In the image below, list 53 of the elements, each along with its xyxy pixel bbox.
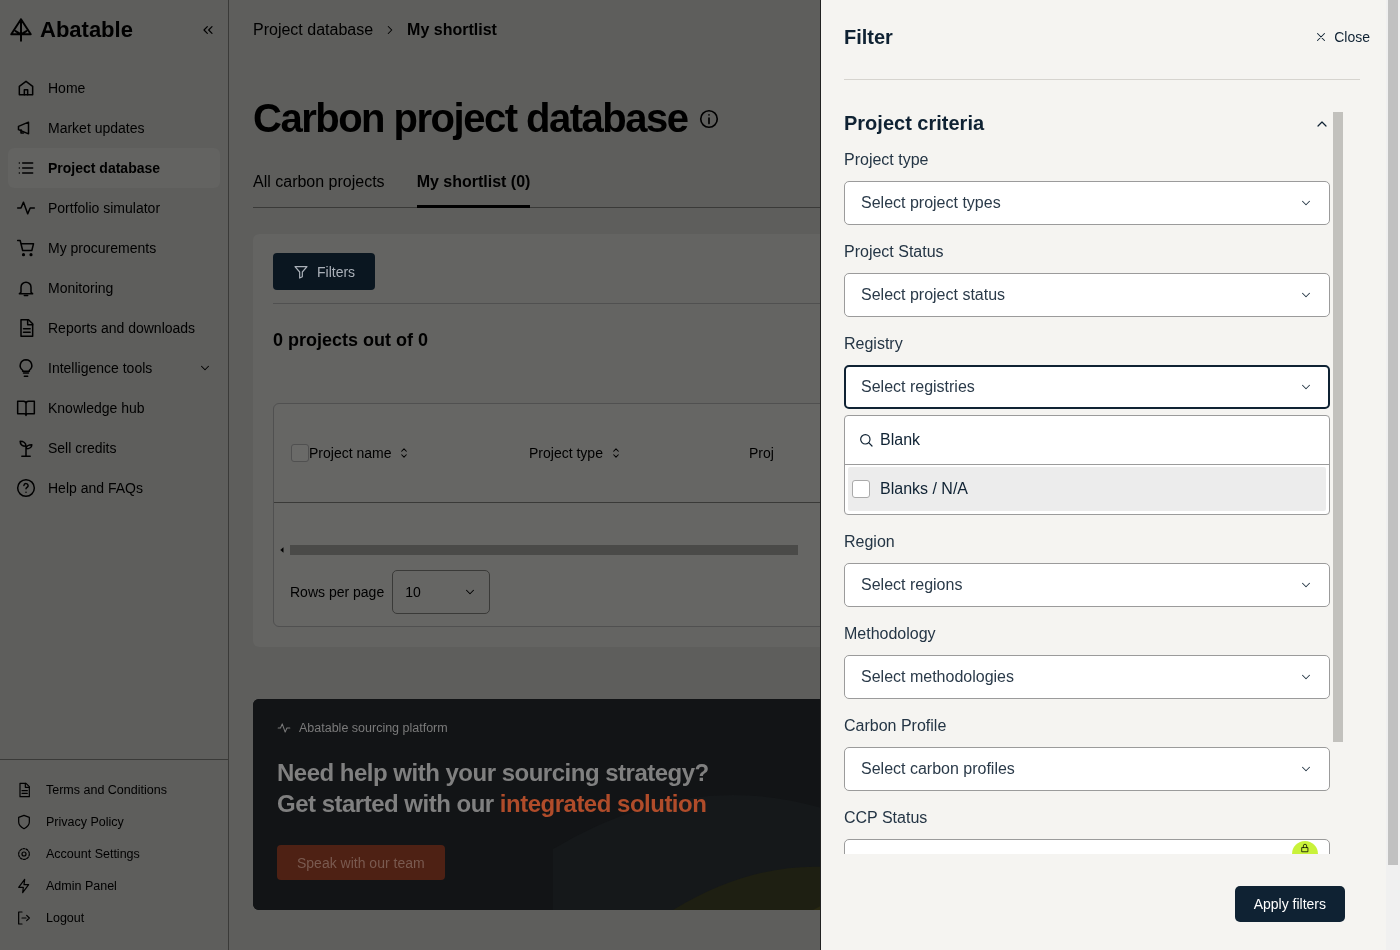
apply-filters-button[interactable]: Apply filters — [1234, 886, 1346, 922]
option-label: Blanks / N/A — [880, 480, 969, 498]
select-field[interactable]: Select registries — [844, 365, 1330, 409]
dropdown-option[interactable]: Blanks / N/A — [848, 467, 1326, 511]
nav-item[interactable]: My procurements — [8, 228, 220, 268]
nav-item[interactable]: Portfolio simulator — [8, 188, 220, 228]
nav-item[interactable]: Monitoring — [8, 268, 220, 308]
column-header[interactable]: Project type — [529, 445, 603, 461]
promo-subline: Get started with our integrated solution — [277, 789, 707, 819]
tab[interactable]: My shortlist (0) — [416, 167, 531, 208]
footer-link[interactable]: Privacy Policy — [16, 806, 228, 838]
nav-item[interactable]: Market updates — [8, 108, 220, 148]
breadcrumb-link[interactable]: Project database — [253, 21, 374, 39]
rows-per-page-select[interactable]: 10 — [392, 570, 491, 614]
logo-text: Abatable — [40, 17, 133, 43]
search-input[interactable]: Blank — [880, 431, 1260, 449]
eyebrow-text: Abatable sourcing platform — [299, 721, 448, 735]
close-button[interactable]: Close — [1308, 28, 1377, 46]
section-header[interactable]: Project criteria — [844, 112, 1330, 135]
field-label: Registry — [844, 335, 904, 353]
nav-item[interactable]: Project database — [8, 148, 220, 188]
column-header[interactable]: Proj — [749, 445, 774, 461]
nav-item[interactable]: Reports and downloads — [8, 308, 220, 348]
nav-item[interactable]: Knowledge hub — [8, 388, 220, 428]
footer-link[interactable]: Terms and Conditions — [16, 774, 228, 806]
nav-item[interactable]: Intelligence tools — [8, 348, 220, 388]
column-header[interactable]: Project name — [309, 445, 392, 461]
nav-item[interactable]: Sell credits — [8, 428, 220, 468]
field-label: CCP Status — [844, 809, 929, 827]
promo-headline: Need help with your sourcing strategy? — [277, 758, 709, 788]
field-label: Methodology — [844, 625, 937, 643]
footer-link[interactable]: Account Settings — [16, 838, 228, 870]
nav-item[interactable]: Home — [8, 68, 220, 108]
page-title: Carbon project database — [253, 96, 688, 141]
field-label: Region — [844, 533, 896, 551]
tab[interactable]: All carbon projects — [253, 167, 385, 208]
select-field[interactable]: Select regions — [844, 563, 1330, 607]
breadcrumb-link[interactable]: My shortlist — [407, 21, 497, 39]
rows-per-page-label: Rows per page — [290, 584, 385, 600]
nav-item[interactable]: Help and FAQs — [8, 468, 220, 508]
select-field[interactable]: Select methodologies — [844, 655, 1330, 699]
speak-with-team-button[interactable]: Speak with our team — [277, 845, 445, 880]
filters-button[interactable]: Filters — [273, 253, 376, 290]
select-field[interactable]: Select project types — [844, 181, 1330, 225]
footer-link[interactable]: Admin Panel — [16, 870, 228, 902]
field-label: Carbon Profile — [844, 717, 948, 735]
select-field[interactable]: Select project status — [844, 273, 1330, 317]
drawer-title: Filter — [844, 25, 893, 49]
field-label: Project type — [844, 151, 930, 169]
select-field[interactable]: Select carbon profiles — [844, 747, 1330, 791]
footer-link[interactable]: Logout — [16, 902, 228, 934]
result-count: 0 projects out of 0 — [273, 330, 430, 351]
field-label: Project Status — [844, 243, 945, 261]
